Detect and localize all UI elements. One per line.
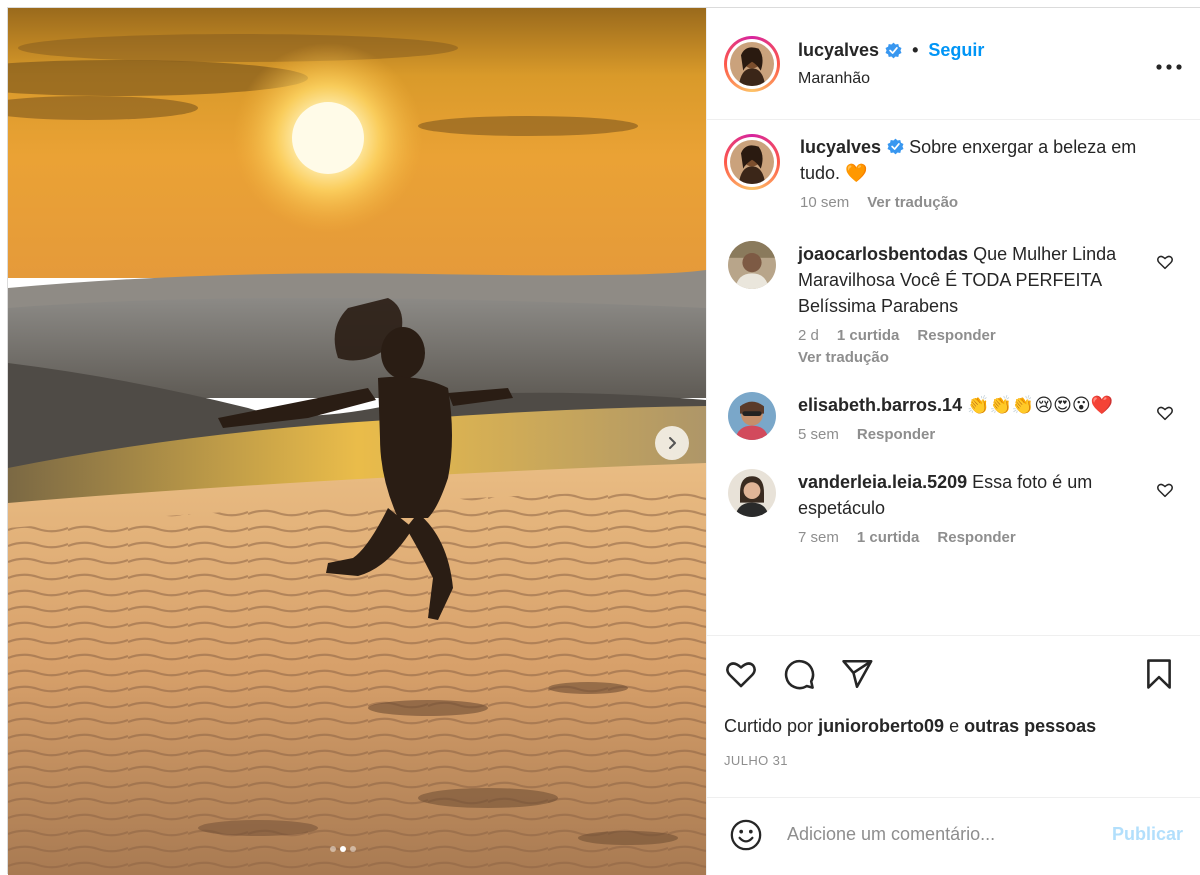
post-date[interactable]: JULHO 31 [724,753,1183,768]
comment-time[interactable]: 5 sem [798,426,839,443]
caption-username[interactable]: lucyalves [800,137,881,157]
carousel-dot [350,846,356,852]
like-comment-heart-icon[interactable] [1156,481,1174,499]
post-caption: lucyalves Sobre enxergar a beleza em tud… [724,134,1182,211]
header-separator: • [912,39,919,60]
comment-composer: Publicar [707,797,1200,875]
comment-item: vanderleia.leia.5209 Essa foto é um espe… [724,469,1182,546]
like-comment-heart-icon[interactable] [1156,404,1174,422]
comment-input[interactable] [787,824,1104,845]
carousel-indicator [330,846,356,852]
publish-button[interactable]: Publicar [1112,824,1183,845]
comment-bubble-icon[interactable] [782,657,816,691]
commenter-avatar[interactable] [728,241,776,289]
instagram-post: lucyalves • Seguir Maranhão lucyalves So… [7,7,1200,875]
carousel-dot [330,846,336,852]
like-comment-heart-icon[interactable] [1156,253,1174,271]
share-send-icon[interactable] [840,657,874,691]
verified-badge-icon [885,42,902,59]
emoji-smile-icon[interactable] [729,818,763,852]
caption-time[interactable]: 10 sem [800,194,849,211]
translate-link[interactable]: Ver tradução [798,349,1148,366]
post-actions: Curtido por junioroberto09 e outras pess… [707,635,1200,797]
carousel-dot-active [340,846,346,852]
commenter-avatar[interactable] [728,469,776,517]
commenter-avatar[interactable] [728,392,776,440]
chevron-right-icon [669,437,676,449]
next-photo-button[interactable] [655,426,689,460]
author-username[interactable]: lucyalves [798,40,879,61]
post-photo[interactable] [8,8,706,875]
follow-button[interactable]: Seguir [928,40,984,61]
reply-button[interactable]: Responder [937,529,1015,546]
comments-list[interactable]: lucyalves Sobre enxergar a beleza em tud… [707,120,1200,635]
translate-link[interactable]: Ver tradução [867,194,958,211]
reply-button[interactable]: Responder [857,426,935,443]
caption-avatar[interactable] [724,134,780,190]
liked-by-summary: Curtido por junioroberto09 e outras pess… [724,716,1183,737]
post-details-panel: lucyalves • Seguir Maranhão lucyalves So… [706,8,1200,875]
liked-by-user[interactable]: junioroberto09 [818,716,944,736]
reply-button[interactable]: Responder [917,327,995,344]
comment-time[interactable]: 7 sem [798,529,839,546]
comment-username[interactable]: elisabeth.barros.14 [798,395,962,415]
comment-username[interactable]: joaocarlosbentodas [798,244,968,264]
verified-badge-icon [887,138,904,155]
comment-item: elisabeth.barros.14 👏👏👏😢😍😮❤️ 5 sem Respo… [724,392,1182,443]
comment-likes[interactable]: 1 curtida [837,327,900,344]
post-image [8,8,706,875]
post-header: lucyalves • Seguir Maranhão [707,8,1200,120]
more-options-icon[interactable] [1154,58,1184,70]
liked-by-conj: e [949,716,960,736]
comment-likes[interactable]: 1 curtida [857,529,920,546]
comment-username[interactable]: vanderleia.leia.5209 [798,472,967,492]
liked-by-others[interactable]: outras pessoas [964,716,1096,736]
comment-item: joaocarlosbentodas Que Mulher Linda Mara… [724,241,1182,366]
comment-text: 👏👏👏😢😍😮❤️ [967,395,1114,415]
like-heart-icon[interactable] [724,657,758,691]
liked-by-prefix: Curtido por [724,716,814,736]
author-avatar[interactable] [724,35,780,92]
save-bookmark-icon[interactable] [1142,657,1176,691]
post-location[interactable]: Maranhão [798,70,1154,88]
comment-time[interactable]: 2 d [798,327,819,344]
